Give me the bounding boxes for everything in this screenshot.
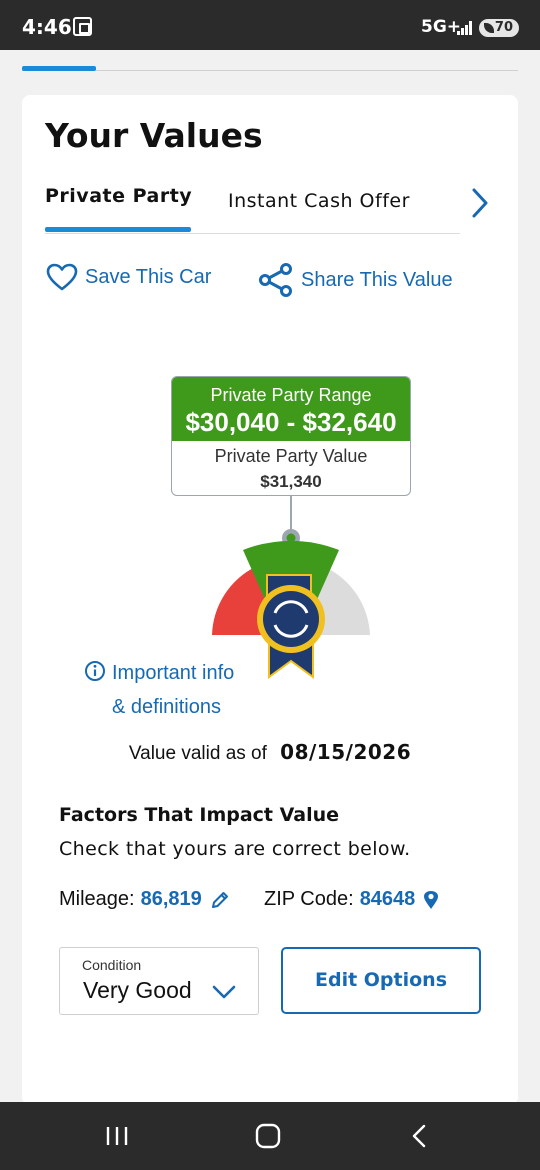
valid-date: 08/15/2026 bbox=[280, 740, 412, 764]
condition-select[interactable]: Condition Very Good bbox=[59, 947, 259, 1015]
factors-subtitle: Check that yours are correct below. bbox=[59, 838, 411, 860]
network-type: 5G+ bbox=[421, 17, 462, 37]
zip-row: ZIP Code: 84648 bbox=[264, 888, 439, 911]
value-tabs: Private Party Instant Cash Offer bbox=[45, 185, 465, 235]
range-value: $30,040 - $32,640 bbox=[185, 407, 397, 437]
mileage-label: Mileage: bbox=[59, 888, 135, 910]
share-value-link[interactable]: Share This Value bbox=[258, 263, 453, 297]
mileage-row: Mileage: 86,819 bbox=[59, 888, 230, 911]
chevron-down-icon bbox=[212, 985, 236, 999]
battery-icon: 70 bbox=[479, 19, 519, 37]
status-bar: 4:46 5G+ 70 bbox=[0, 0, 540, 50]
zip-label: ZIP Code: bbox=[264, 888, 354, 910]
info-line-1: Important info bbox=[112, 662, 235, 684]
info-line-2: & definitions bbox=[112, 696, 221, 718]
range-label: Private Party Range bbox=[210, 385, 372, 405]
progress-track bbox=[22, 70, 518, 71]
screen-record-icon bbox=[73, 17, 92, 36]
page-progress bbox=[22, 66, 518, 72]
condition-value: Very Good bbox=[83, 977, 192, 1003]
valid-as-of: Value valid as of 08/15/2026 bbox=[22, 740, 518, 765]
price-range-box: Private Party Range $30,040 - $32,640 Pr… bbox=[171, 376, 411, 496]
save-car-link[interactable]: Save This Car bbox=[46, 263, 211, 291]
range-banner: Private Party Range $30,040 - $32,640 bbox=[172, 377, 410, 441]
status-time: 4:46 bbox=[22, 15, 72, 39]
battery-level: 70 bbox=[494, 20, 513, 35]
page-title: Your Values bbox=[45, 116, 263, 155]
heart-icon bbox=[46, 263, 78, 291]
mileage-value: 86,819 bbox=[140, 888, 202, 910]
share-icon bbox=[259, 263, 292, 297]
condition-label: Condition bbox=[82, 957, 142, 973]
tab-instant-cash-offer[interactable]: Instant Cash Offer bbox=[228, 190, 410, 212]
tab-instant-cash-offer-label: Instant Cash Offer bbox=[228, 190, 410, 212]
progress-fill bbox=[22, 66, 97, 71]
value-amount: $31,340 bbox=[260, 472, 322, 491]
edit-options-button[interactable]: Edit Options bbox=[281, 947, 481, 1014]
value-label: Private Party Value bbox=[214, 446, 368, 466]
tab-private-party-label: Private Party bbox=[45, 185, 193, 207]
chevron-right-icon[interactable] bbox=[466, 187, 494, 219]
home-icon[interactable] bbox=[255, 1122, 281, 1155]
recent-apps-icon[interactable] bbox=[105, 1122, 129, 1155]
active-tab-indicator bbox=[45, 227, 191, 232]
pencil-icon[interactable] bbox=[210, 890, 230, 910]
value-section: Private Party Value $31,340 bbox=[172, 441, 410, 492]
info-icon bbox=[85, 661, 105, 681]
tab-private-party[interactable]: Private Party bbox=[45, 185, 193, 232]
zip-value: 84648 bbox=[359, 888, 416, 910]
location-pin-icon[interactable] bbox=[423, 890, 439, 910]
back-icon[interactable] bbox=[408, 1122, 430, 1155]
battery-saver-icon bbox=[484, 23, 494, 33]
values-card: Your Values Private Party Instant Cash O… bbox=[22, 95, 518, 1105]
valid-label: Value valid as of bbox=[128, 743, 267, 764]
factors-title: Factors That Impact Value bbox=[59, 804, 340, 826]
share-value-label: Share This Value bbox=[301, 268, 453, 291]
tabs-divider bbox=[45, 233, 460, 234]
save-car-label: Save This Car bbox=[85, 265, 212, 288]
system-nav-bar bbox=[0, 1102, 540, 1170]
signal-icon bbox=[457, 21, 475, 35]
